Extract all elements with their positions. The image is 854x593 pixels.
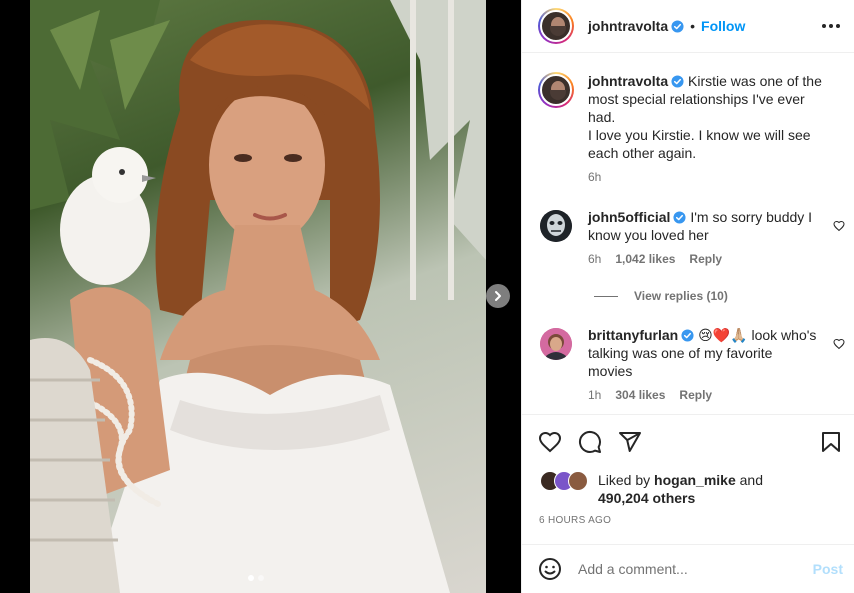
comment-time[interactable]: 1h xyxy=(588,388,601,402)
verified-badge-icon xyxy=(673,211,686,224)
post-photo xyxy=(30,0,486,593)
caption: johntravolta Kirstie was one of the most… xyxy=(538,72,848,184)
view-replies-label: View replies (10) xyxy=(634,289,728,303)
like-comment-heart-icon[interactable] xyxy=(833,338,845,350)
liked-by: Liked by hogan_mike and 490,204 others xyxy=(540,471,763,507)
caption-time[interactable]: 6h xyxy=(588,170,601,184)
photo-illustration xyxy=(30,0,486,593)
slide-dot xyxy=(258,575,264,581)
verified-badge-icon xyxy=(671,75,684,88)
slide-dot-active xyxy=(248,575,254,581)
action-bar xyxy=(538,429,843,455)
verified-badge-icon xyxy=(681,329,694,342)
liker-avatars[interactable] xyxy=(540,471,596,491)
like-comment-heart-icon[interactable] xyxy=(833,220,845,232)
header-separator: • xyxy=(690,18,696,34)
comment-username[interactable]: brittanyfurlan xyxy=(588,327,678,343)
author-avatar[interactable] xyxy=(538,8,574,44)
chevron-right-icon xyxy=(495,291,501,301)
more-options-icon[interactable] xyxy=(822,24,840,28)
post-comment-button[interactable]: Post xyxy=(813,561,843,577)
heart-icon[interactable] xyxy=(538,430,562,454)
comment-username[interactable]: john5official xyxy=(588,209,670,225)
reply-button[interactable]: Reply xyxy=(679,388,712,402)
post-panel: johntravolta • Follow johntravolta Kirst… xyxy=(521,0,854,593)
comment-likes[interactable]: 1,042 likes xyxy=(615,252,675,266)
comment-emoji: 😢❤️🙏🏼 xyxy=(698,327,748,343)
replies-divider xyxy=(594,295,618,297)
post-actions: Liked by hogan_mike and 490,204 others 6… xyxy=(522,414,854,544)
comment-item: john5official I'm so sorry buddy I know … xyxy=(538,208,848,266)
post-header: johntravolta • Follow xyxy=(522,0,854,53)
add-comment-bar: Post xyxy=(522,544,854,593)
liked-by-prefix: Liked by xyxy=(598,472,655,488)
avatar xyxy=(568,471,588,491)
follow-button[interactable]: Follow xyxy=(701,18,745,34)
view-replies-button[interactable]: View replies (10) xyxy=(594,289,728,303)
comment-item: brittanyfurlan 😢❤️🙏🏼 look who's talking … xyxy=(538,326,848,402)
caption-avatar[interactable] xyxy=(538,72,574,108)
comment-time[interactable]: 6h xyxy=(588,252,601,266)
liked-by-and: and xyxy=(735,472,763,488)
author-username[interactable]: johntravolta xyxy=(588,18,668,34)
slide-indicator xyxy=(248,575,264,581)
liked-by-others[interactable]: 490,204 others xyxy=(598,490,695,506)
caption-text-2: I love you Kirstie. I know we will see e… xyxy=(588,127,811,161)
verified-badge-icon xyxy=(671,19,684,33)
comments-list: johntravolta Kirstie was one of the most… xyxy=(522,54,854,414)
commenter-avatar[interactable] xyxy=(540,210,572,242)
caption-username[interactable]: johntravolta xyxy=(588,73,668,89)
liked-by-user[interactable]: hogan_mike xyxy=(654,472,736,488)
bookmark-icon[interactable] xyxy=(819,430,843,454)
share-icon[interactable] xyxy=(618,430,642,454)
comment-input[interactable] xyxy=(578,561,813,577)
next-slide-button[interactable] xyxy=(486,284,510,308)
comment-icon[interactable] xyxy=(578,430,602,454)
comment-likes[interactable]: 304 likes xyxy=(615,388,665,402)
commenter-avatar[interactable] xyxy=(540,328,572,360)
emoji-icon[interactable] xyxy=(538,557,562,581)
post-timestamp[interactable]: 6 HOURS AGO xyxy=(539,515,611,526)
post-media xyxy=(0,0,521,593)
reply-button[interactable]: Reply xyxy=(689,252,722,266)
